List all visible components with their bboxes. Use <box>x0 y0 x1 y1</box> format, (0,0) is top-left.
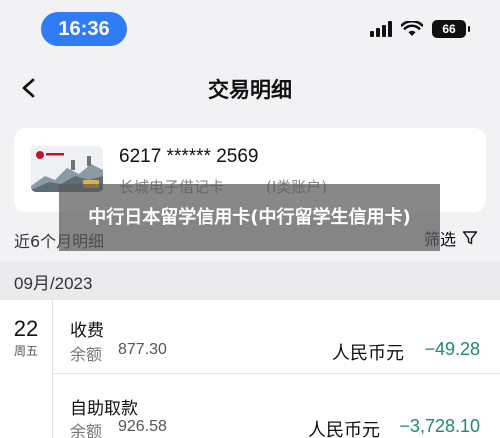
time-indicator[interactable]: 16:36 <box>41 12 127 46</box>
caption-overlay: 中行日本留学信用卡(中行留学生信用卡) <box>59 184 440 251</box>
page-title: 交易明细 <box>208 78 292 102</box>
date-day: 22 <box>13 316 39 341</box>
system-icons: 66 <box>370 20 470 38</box>
balance-value: 926.58 <box>118 418 167 435</box>
month-header: 09月/2023 <box>0 262 500 300</box>
transaction-amount: −3,728.10 <box>399 416 480 436</box>
balance-label: 余额 <box>70 422 103 438</box>
balance-value: 877.30 <box>118 341 167 358</box>
balance-label: 余额 <box>70 345 103 364</box>
transaction-amount: −49.28 <box>424 339 480 359</box>
transaction-title: 收费 <box>70 321 104 341</box>
filter-icon <box>462 231 478 245</box>
transaction-row[interactable]: 收费 余额 877.30 人民币元 −49.28 <box>53 300 500 374</box>
transaction-row[interactable]: 自助取款 余额 926.58 人民币元 −3,728.10 <box>53 384 500 438</box>
nav-bar: 交易明细 <box>0 58 500 118</box>
currency-label: 人民币元 <box>332 343 404 364</box>
signal-icon <box>370 21 392 37</box>
currency-label: 人民币元 <box>308 420 380 438</box>
transaction-list: 22 周五 收费 余额 877.30 人民币元 −49.28 自助取款 余额 9… <box>0 300 500 438</box>
status-bar: 16:36 66 <box>0 0 500 58</box>
wifi-icon <box>401 21 423 36</box>
date-weekday: 周五 <box>13 344 38 358</box>
transaction-title: 自助取款 <box>70 399 138 419</box>
card-number: 6217 ****** 2569 <box>119 146 259 167</box>
battery-icon: 66 <box>432 20 470 38</box>
